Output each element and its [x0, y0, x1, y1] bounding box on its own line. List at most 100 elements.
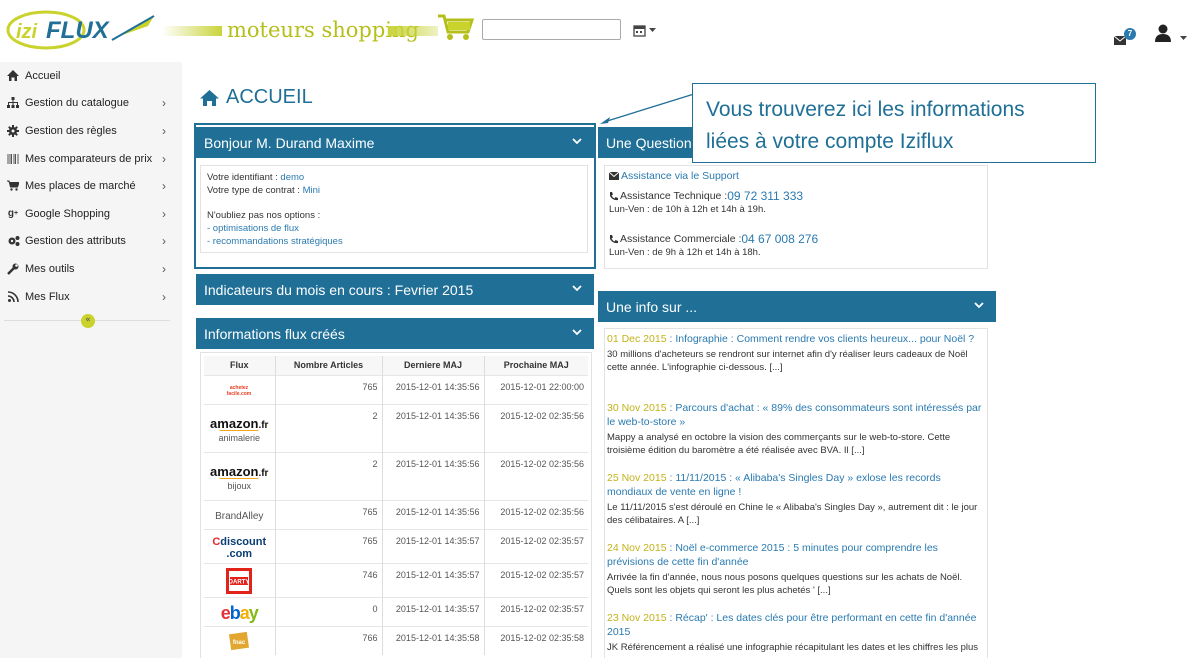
flux-logo-cell: ebay [204, 596, 275, 626]
news-date: 23 Nov 2015 [607, 612, 667, 624]
commercial-support-label: Assistance Commerciale : [620, 232, 742, 245]
last-update: 2015-12-01 14:35:56 [381, 374, 484, 404]
column-header-derniere-maj[interactable]: Derniere MAJ [381, 356, 484, 375]
flux-info-heading: Informations flux créés [204, 325, 345, 342]
info-panel-header[interactable]: Une info sur ... [598, 291, 996, 322]
sidebar-item-gestion-catalogue[interactable]: Gestion du catalogue › [0, 89, 178, 116]
table-row[interactable]: amazon.fr bijoux 2 2015-12-01 14:35:56 2… [204, 451, 588, 500]
chevron-down-icon [572, 285, 582, 292]
home-icon [6, 69, 20, 83]
chevron-down-icon [572, 329, 582, 336]
column-header-articles[interactable]: Nombre Articles [274, 356, 382, 375]
table-row[interactable]: fnac 766 2015-12-01 14:35:58 2015-12-02 … [204, 625, 588, 655]
barcode-icon [6, 152, 20, 166]
news-item[interactable]: 23 Nov 2015 : Récap' : Les dates clés po… [607, 611, 985, 658]
chevron-right-icon: › [162, 96, 166, 110]
calendar-dropdown[interactable] [633, 22, 661, 38]
table-row[interactable]: Cdiscount .com 765 2015-12-01 14:35:57 20… [204, 528, 588, 563]
sidebar-item-label: Mes places de marché [25, 179, 136, 192]
welcome-panel-body: Votre identifiant : demo Votre type de c… [200, 165, 588, 253]
identifier-label: Votre identifiant : [207, 172, 281, 183]
shopping-cart-icon [438, 14, 474, 40]
chevron-right-icon: › [162, 124, 166, 138]
flux-table-header-row: Flux Nombre Articles Derniere MAJ Procha… [204, 356, 588, 375]
flux-logo-cell: amazon.fr bijoux [204, 451, 275, 500]
user-menu[interactable] [1155, 24, 1189, 46]
svg-text:DARTY: DARTY [229, 579, 250, 585]
user-icon [1155, 24, 1187, 42]
sidebar-item-mes-flux[interactable]: Mes Flux › [0, 283, 178, 310]
news-headline[interactable]: 24 Nov 2015 : Noël e-commerce 2015 : 5 m… [607, 541, 985, 569]
welcome-panel-header[interactable]: Bonjour M. Durand Maxime [196, 127, 594, 158]
sidebar-item-gestion-regles[interactable]: Gestion des règles › [0, 117, 178, 144]
table-row[interactable]: amazon.fr animalerie 2 2015-12-01 14:35:… [204, 403, 588, 452]
search-input[interactable] [482, 19, 621, 40]
articles-count: 765 [274, 528, 382, 563]
logo-stripe [162, 26, 222, 36]
sidebar-item-mes-outils[interactable]: Mes outils › [0, 255, 178, 282]
phone-icon [610, 234, 618, 243]
identifier-line: Votre identifiant : demo [207, 171, 581, 184]
column-header-prochaine-maj[interactable]: Prochaine MAJ [483, 356, 588, 375]
news-item[interactable]: 24 Nov 2015 : Noël e-commerce 2015 : 5 m… [607, 541, 985, 597]
wrench-icon [6, 262, 20, 276]
contract-value: Mini [302, 185, 321, 196]
table-row[interactable]: achetez facile.com 765 2015-12-01 14:35:5… [204, 374, 588, 404]
tech-support-phone[interactable]: 09 72 311 333 [727, 189, 803, 203]
phone-icon [610, 191, 618, 200]
darty-logo: DARTY [226, 567, 253, 594]
table-row[interactable]: DARTY 746 2015-12-01 14:35:57 2015-12-02… [204, 562, 588, 597]
commercial-support-line: Assistance Commerciale : 04 67 008 276 [609, 232, 983, 246]
chevron-right-icon: › [162, 234, 166, 248]
articles-count: 765 [274, 374, 382, 404]
flux-logo-cell: amazon.fr animalerie [204, 403, 275, 452]
news-headline[interactable]: 30 Nov 2015 : Parcours d'achat : « 89% d… [607, 401, 985, 429]
news-headline[interactable]: 01 Dec 2015 : Infographie : Comment rend… [607, 332, 985, 346]
table-row[interactable]: BrandAlley 765 2015-12-01 14:35:56 2015-… [204, 499, 588, 529]
support-link[interactable]: Assistance via le Support [621, 169, 739, 183]
sidebar-item-places-marche[interactable]: Mes places de marché › [0, 172, 178, 199]
sidebar-item-gestion-attributs[interactable]: Gestion des attributs › [0, 227, 178, 254]
next-update: 2015-12-02 02:35:57 [483, 562, 588, 597]
tech-support-line: Assistance Technique : 09 72 311 333 [609, 189, 983, 203]
page-title: ACCUEIL [200, 86, 313, 109]
home-icon [200, 89, 219, 106]
news-item[interactable]: 25 Nov 2015 : 11/11/2015 : « Alibaba's S… [607, 471, 985, 527]
sidebar-collapse-button[interactable]: « [81, 314, 95, 328]
commercial-support-hours: Lun-Ven : de 9h à 12h et 14h à 18h. [609, 247, 761, 258]
sidebar-item-comparateurs[interactable]: Mes comparateurs de prix › [0, 145, 178, 172]
news-excerpt: Mappy a analysé en octobre la vision des… [607, 432, 951, 456]
last-update: 2015-12-01 14:35:58 [381, 625, 484, 655]
iziflux-logo[interactable]: izi FLUX [4, 8, 160, 50]
google-plus-icon: g + [7, 208, 19, 219]
chevron-down-icon [572, 138, 582, 145]
callout-line-1: Vous trouverez ici les informations [706, 98, 1025, 121]
last-update: 2015-12-01 14:35:56 [381, 403, 484, 452]
news-item[interactable]: 01 Dec 2015 : Infographie : Comment rend… [607, 332, 985, 374]
flux-info-panel-header[interactable]: Informations flux créés [196, 318, 594, 349]
envelope-icon [609, 172, 619, 180]
indicators-panel-header[interactable]: Indicateurs du mois en cours : Fevrier 2… [196, 274, 594, 305]
news-headline[interactable]: 25 Nov 2015 : 11/11/2015 : « Alibaba's S… [607, 471, 985, 499]
news-item[interactable]: 30 Nov 2015 : Parcours d'achat : « 89% d… [607, 401, 985, 457]
chevron-right-icon: › [162, 262, 166, 276]
rss-icon [6, 290, 20, 304]
mail-count-badge: 7 [1124, 28, 1136, 40]
column-header-flux[interactable]: Flux [204, 356, 275, 375]
next-update: 2015-12-02 02:35:58 [483, 625, 588, 655]
help-callout: Vous trouverez ici les informations liée… [692, 83, 1096, 163]
svg-text:izi: izi [16, 21, 38, 43]
sidebar-item-accueil[interactable]: Accueil [0, 62, 178, 89]
option-optimisations-link[interactable]: - optimisations de flux [207, 222, 581, 235]
flux-logo-cell: fnac [204, 625, 275, 655]
commercial-support-phone[interactable]: 04 67 008 276 [741, 232, 818, 246]
flux-logo-cell: achetez facile.com [204, 374, 275, 404]
articles-count: 2 [274, 403, 382, 452]
option-recommandations-link[interactable]: - recommandations stratégiques [207, 235, 581, 248]
table-row[interactable]: ebay 0 2015-12-01 14:35:57 2015-12-02 02… [204, 596, 588, 626]
sidebar-item-label: Google Shopping [25, 207, 111, 220]
sidebar-item-label: Mes outils [25, 262, 75, 275]
sidebar-item-google-shopping[interactable]: g + Google Shopping › [0, 200, 178, 227]
svg-text:FLUX: FLUX [46, 17, 111, 44]
news-headline[interactable]: 23 Nov 2015 : Récap' : Les dates clés po… [607, 611, 985, 639]
